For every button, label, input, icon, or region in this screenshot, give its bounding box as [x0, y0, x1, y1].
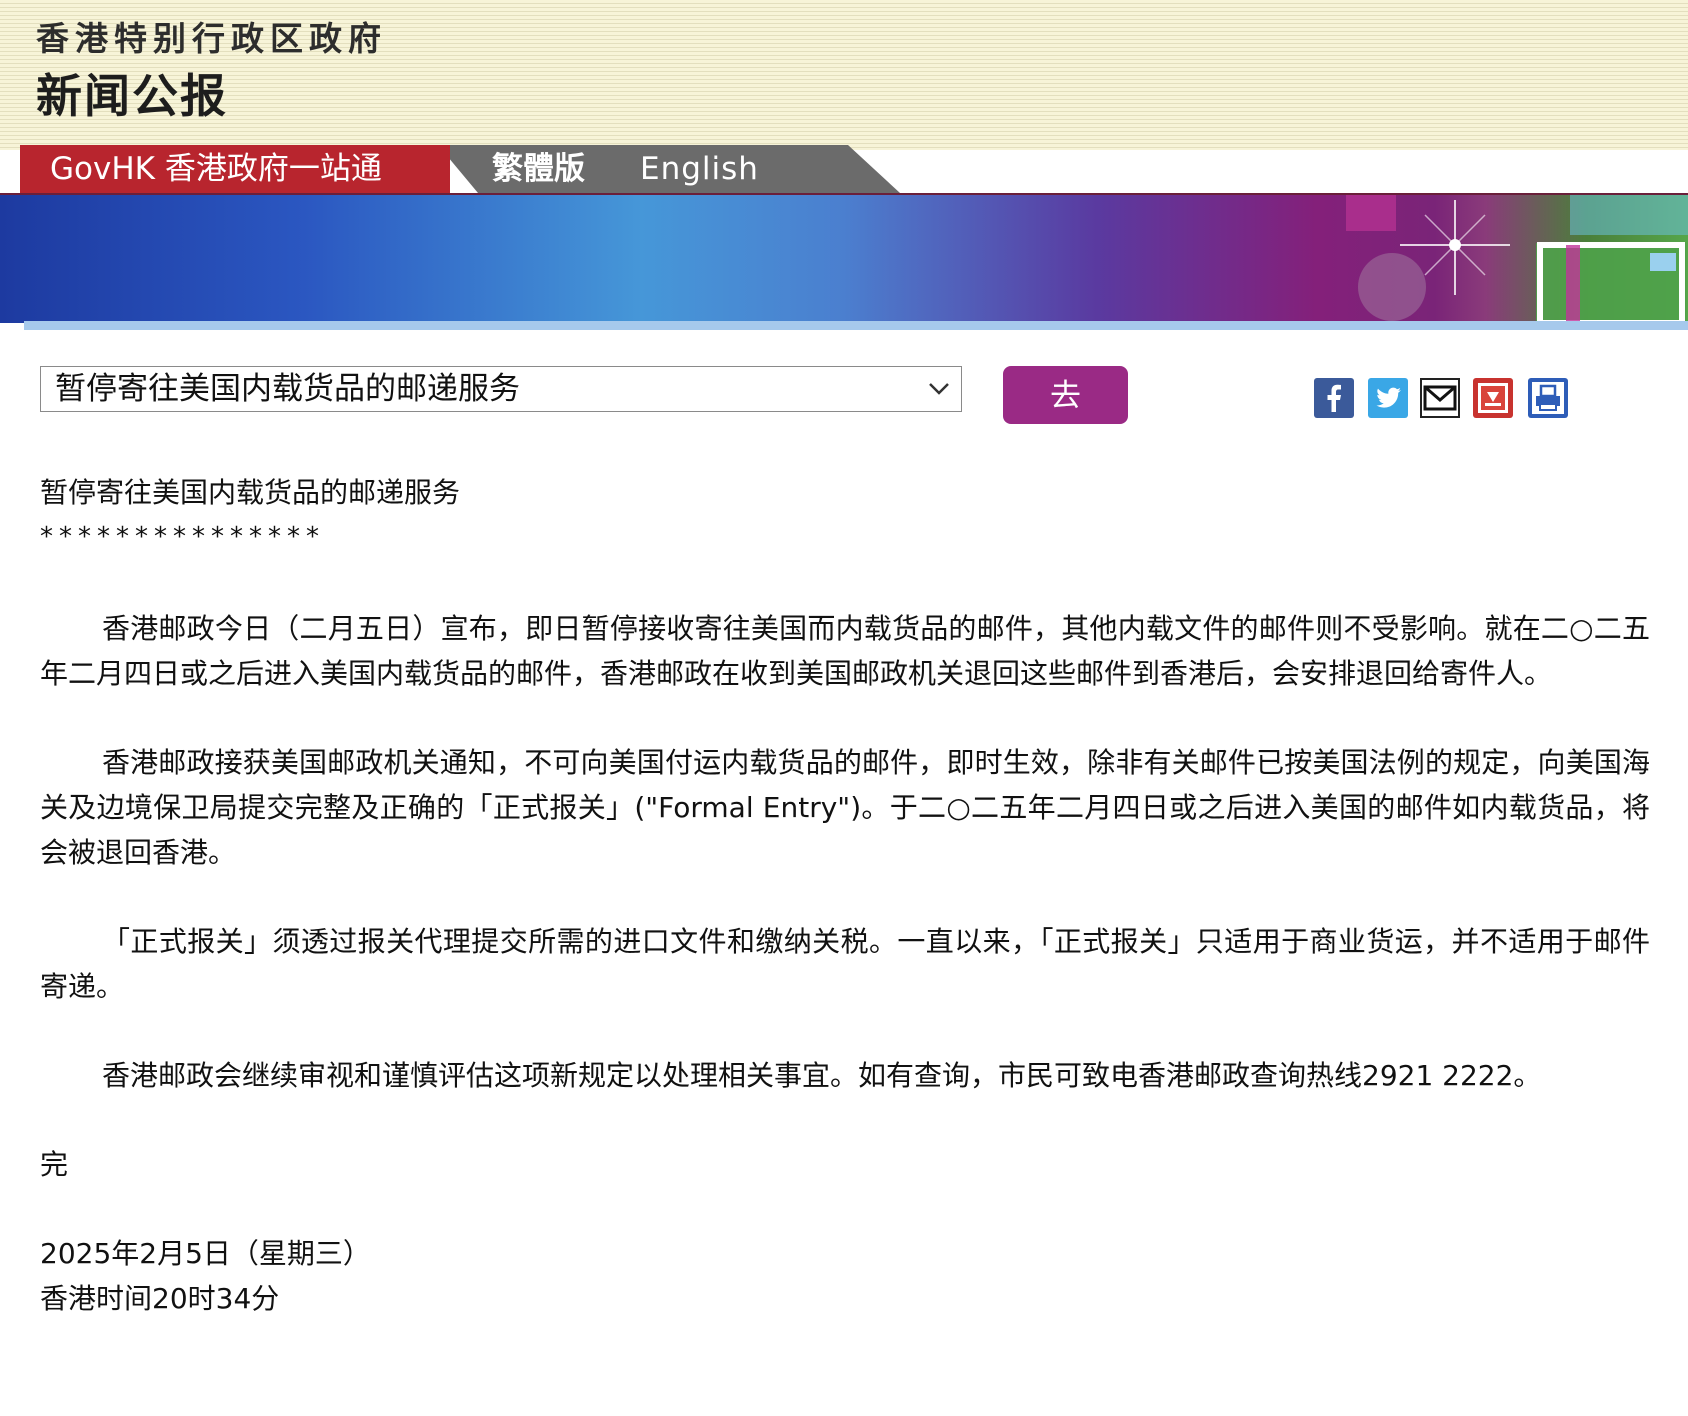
banner-graphic — [1346, 195, 1688, 323]
traditional-chinese-link[interactable]: 繁體版 — [492, 145, 585, 193]
go-button[interactable]: 去 — [1003, 366, 1128, 424]
download-icon[interactable] — [1473, 378, 1513, 418]
masthead: 香港特别行政区政府 新闻公报 — [0, 0, 1688, 150]
page-title: 新闻公报 — [36, 69, 228, 123]
twitter-icon[interactable] — [1368, 378, 1408, 418]
print-icon[interactable] — [1528, 378, 1568, 418]
government-name: 香港特别行政区政府 — [36, 19, 387, 58]
chevron-down-icon — [929, 383, 949, 395]
article-paragraph-3: 「正式报关」须透过报关代理提交所需的进口文件和缴纳关税。一直以来，「正式报关」只… — [40, 925, 1650, 1003]
article-paragraph-1: 香港邮政今日（二月五日）宣布，即日暂停接收寄往美国而内载货品的邮件，其他内载文件… — [40, 612, 1650, 690]
article-paragraph-4: 香港邮政会继续审视和谨慎评估这项新规定以处理相关事宜。如有查询，市民可致电香港邮… — [102, 1059, 1542, 1092]
english-link[interactable]: English — [640, 145, 759, 193]
press-release-body: 暂停寄往美国内载货品的邮递服务 *************** 香港邮政今日（二… — [40, 470, 1650, 1321]
article-paragraph-2: 香港邮政接获美国邮政机关通知，不可向美国付运内载货品的邮件，即时生效，除非有关邮… — [40, 746, 1650, 869]
facebook-icon[interactable] — [1314, 378, 1354, 418]
top-nav: GovHK 香港政府一站通 繁體版 English — [20, 145, 900, 193]
header-banner — [0, 193, 1688, 323]
headline-separator: *************** — [40, 522, 325, 552]
govhk-link[interactable]: GovHK 香港政府一站通 — [20, 145, 450, 193]
email-icon[interactable] — [1420, 378, 1460, 418]
story-select-value: 暂停寄往美国内载货品的邮递服务 — [55, 371, 520, 407]
story-select[interactable]: 暂停寄往美国内载货品的邮递服务 — [40, 366, 962, 412]
banner-stripe — [24, 321, 1688, 330]
release-time: 香港时间20时34分 — [40, 1282, 280, 1315]
release-date: 2025年2月5日（星期三） — [40, 1237, 371, 1270]
end-mark: 完 — [40, 1148, 69, 1181]
article-headline: 暂停寄往美国内载货品的邮递服务 — [40, 476, 461, 509]
